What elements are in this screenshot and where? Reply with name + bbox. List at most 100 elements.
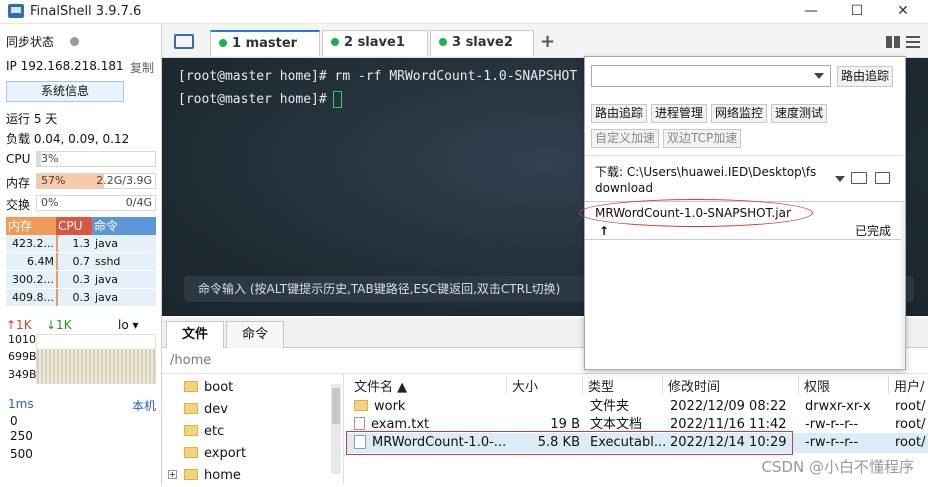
process-cpu: 0.3 — [56, 271, 92, 288]
file-name: exam.txt — [371, 417, 430, 432]
file-permissions: -rw-r--r-- — [805, 435, 859, 450]
column-header-type[interactable]: 类型 — [588, 376, 614, 395]
memory-label: 内存 — [6, 176, 31, 190]
layout-grid-icon[interactable] — [886, 36, 900, 48]
file-type: 文件夹 — [590, 399, 630, 414]
memory-usage-percent: 57% — [41, 174, 66, 187]
tool-custom-acceleration[interactable]: 自定义加速 — [591, 129, 660, 148]
tool-process-manager[interactable]: 进程管理 — [651, 104, 708, 123]
chevron-down-icon — [814, 73, 824, 79]
memory-usage-bar: 57% 2.2G/3.9G — [36, 173, 156, 189]
close-button[interactable]: ✕ — [880, 0, 926, 24]
folder-icon — [184, 425, 198, 436]
add-tab-button[interactable]: + — [540, 31, 555, 52]
online-status-icon — [439, 37, 447, 46]
tab-label: 3 slave2 — [452, 35, 513, 50]
swap-usage-bar: 0% 0/4G — [36, 195, 156, 211]
column-divider[interactable] — [662, 376, 663, 394]
folder-icon — [354, 400, 368, 411]
column-header-cpu[interactable]: CPU — [56, 217, 92, 235]
title-bar: FinalShell 3.9.7.6 — ☐ ✕ — [0, 0, 928, 24]
folder-icon — [184, 447, 198, 458]
column-divider[interactable] — [506, 376, 507, 394]
tool-speed-test[interactable]: 速度测试 — [771, 104, 828, 123]
tab-label: 1 master — [232, 36, 298, 51]
tab-commands[interactable]: 命令 — [226, 321, 284, 348]
route-target-select[interactable] — [591, 65, 831, 87]
process-command: java — [95, 291, 119, 304]
process-row[interactable]: 423.2... 1.3 java — [6, 235, 156, 253]
tab-slave2[interactable]: 3 slave2 — [430, 30, 534, 56]
minimize-button[interactable]: — — [788, 0, 834, 24]
route-trace-button[interactable]: 路由追踪 — [837, 66, 894, 87]
memory-usage-amount: 2.2G/3.9G — [96, 174, 152, 187]
column-divider[interactable] — [888, 376, 889, 394]
highlight-annotation — [579, 199, 813, 227]
folder-open-icon[interactable] — [174, 34, 194, 49]
swap-usage-amount: 0/4G — [125, 196, 152, 209]
tools-popup: 路由追踪 路由追踪 进程管理 网络监控 速度测试 自定义加速 双边TCP加速 下… — [579, 56, 906, 370]
ping-graph-tick: 250 — [10, 429, 33, 443]
download-list-scrollbar[interactable] — [901, 202, 905, 368]
process-row[interactable]: 409.8... 0.3 java — [6, 289, 156, 307]
file-mtime: 2022/12/09 08:22 — [670, 399, 787, 414]
process-command: java — [95, 273, 119, 286]
tree-item-label: export — [204, 446, 247, 461]
file-row[interactable]: work 文件夹 2022/12/09 08:22 drwxr-xr-x roo… — [346, 398, 928, 416]
net-graph-tick: 699B — [8, 350, 37, 363]
column-divider[interactable] — [798, 376, 799, 394]
column-header-memory[interactable]: 内存 — [6, 217, 56, 235]
download-list: MRWordCount-1.0-SNAPSHOT.jar ↑ 已完成 — [585, 201, 905, 369]
online-status-icon — [219, 38, 227, 47]
menu-icon[interactable] — [906, 36, 920, 48]
ping-host[interactable]: 本机 — [132, 397, 156, 414]
terminal-line: [root@master home]# rm -rf MRWordCount-1… — [178, 69, 578, 84]
chevron-down-icon[interactable] — [835, 176, 845, 182]
maximize-button[interactable]: ☐ — [834, 0, 880, 24]
file-permissions: drwxr-xr-x — [805, 399, 871, 414]
tool-network-monitor[interactable]: 网络监控 — [711, 104, 768, 123]
expand-icon[interactable]: + — [168, 470, 177, 479]
net-interface-select[interactable]: lo ▾ — [118, 318, 139, 332]
copy-ip-link[interactable]: 复制 — [130, 59, 154, 76]
terminal-prompt-line: [root@master home]# — [178, 91, 342, 108]
tree-item-dev[interactable]: dev — [184, 399, 228, 421]
column-header-name[interactable]: 文件名 ▲ — [354, 376, 407, 395]
process-row[interactable]: 6.4M 0.7 sshd — [6, 253, 156, 271]
file-owner: root/ — [895, 435, 926, 450]
tree-item-label: boot — [204, 380, 234, 395]
load-text: 负载 0.04, 0.09, 0.12 — [6, 132, 130, 146]
tree-scrollbar[interactable] — [331, 384, 341, 474]
tree-item-etc[interactable]: etc — [184, 421, 224, 443]
column-divider[interactable] — [582, 376, 583, 394]
upload-arrow-icon: ↑ — [599, 224, 610, 238]
tool-dual-tcp-acceleration[interactable]: 双边TCP加速 — [663, 129, 742, 148]
column-header-owner[interactable]: 用户/ — [894, 376, 924, 395]
tab-files[interactable]: 文件 — [166, 321, 224, 348]
column-header-mtime[interactable]: 修改时间 — [668, 376, 720, 395]
column-header-permissions[interactable]: 权限 — [804, 376, 830, 395]
tab-label: 2 slave1 — [344, 35, 405, 50]
cpu-label: CPU — [6, 152, 31, 166]
sync-status-dot-icon — [70, 37, 79, 46]
online-status-icon — [331, 37, 339, 46]
tree-item-boot[interactable]: boot — [184, 377, 233, 399]
tree-item-label: etc — [204, 424, 225, 439]
tab-slave1[interactable]: 2 slave1 — [322, 30, 428, 56]
tab-master[interactable]: 1 master — [210, 30, 320, 56]
process-memory: 423.2... — [12, 237, 54, 250]
net-graph-tick: 349B — [8, 368, 37, 381]
folder-icon[interactable] — [875, 172, 890, 184]
scrollbar-thumb[interactable] — [332, 388, 340, 424]
process-row[interactable]: 300.2... 0.3 java — [6, 271, 156, 289]
ping-latency: 1ms — [8, 397, 34, 411]
system-info-button[interactable]: 系统信息 — [6, 81, 124, 102]
tool-route-trace[interactable]: 路由追踪 — [591, 104, 648, 123]
terminal-cursor — [332, 91, 342, 108]
tree-item-export[interactable]: export — [184, 443, 246, 465]
folder-open-icon[interactable] — [851, 172, 867, 184]
column-header-command[interactable]: 命令 — [92, 217, 156, 235]
download-status: 已完成 — [855, 224, 892, 238]
process-memory: 300.2... — [12, 273, 54, 286]
column-header-size[interactable]: 大小 — [512, 376, 538, 395]
